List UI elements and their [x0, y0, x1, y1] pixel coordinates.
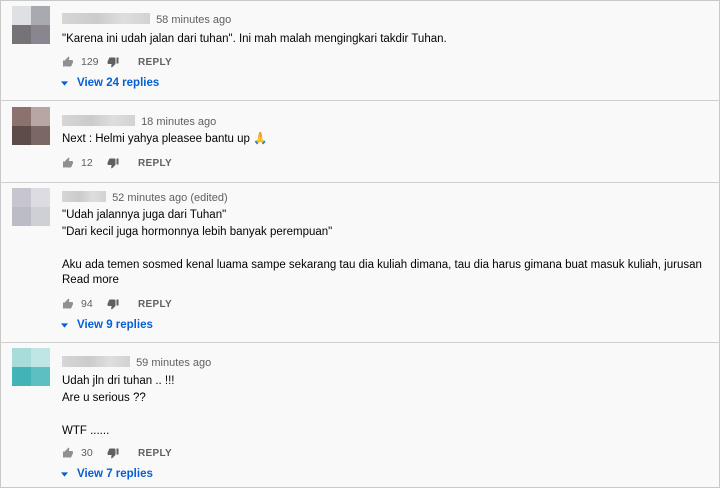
- comment-timestamp[interactable]: 59 minutes ago: [136, 357, 211, 369]
- comment-header: 58 minutes ago: [62, 13, 231, 26]
- like-count: 94: [81, 298, 93, 310]
- comment-actions: 12 REPLY: [62, 156, 172, 170]
- avatar[interactable]: [12, 107, 50, 145]
- comment-text-line: "Dari kecil juga hormonnya lebih banyak …: [62, 225, 333, 238]
- like-count: 129: [81, 56, 99, 68]
- thumbs-down-icon[interactable]: [107, 298, 119, 310]
- reply-button[interactable]: REPLY: [138, 299, 172, 310]
- avatar-pixel: [12, 6, 31, 25]
- comment-timestamp[interactable]: 52 minutes ago (edited): [112, 192, 228, 204]
- comment-text-line: Are u serious ??: [62, 391, 146, 404]
- like-count: 30: [81, 447, 93, 459]
- caret-down-icon: [61, 319, 68, 331]
- view-replies-label: View 9 replies: [77, 319, 153, 331]
- thumbs-up-icon[interactable]: [62, 56, 74, 68]
- comment-text-line: Aku ada temen sosmed kenal luama sampe s…: [62, 259, 702, 272]
- comment-text-line: Next : Helmi yahya pleasee bantu up 🙏: [62, 133, 268, 145]
- view-replies-button[interactable]: View 7 replies: [61, 468, 153, 480]
- comment-text: "Udah jalannya juga dari Tuhan" "Dari ke…: [62, 207, 702, 274]
- thumbs-down-icon[interactable]: [107, 157, 119, 169]
- comment-text: "Karena ini udah jalan dari tuhan". Ini …: [62, 31, 447, 48]
- comment-actions: 129 REPLY: [62, 55, 172, 69]
- comment-actions: 94 REPLY: [62, 297, 172, 311]
- avatar-pixel: [12, 348, 31, 367]
- avatar-pixel: [31, 207, 50, 226]
- caret-down-icon: [61, 468, 68, 480]
- avatar-pixel: [31, 107, 50, 126]
- divider: [0, 100, 720, 101]
- avatar-pixel: [12, 207, 31, 226]
- author-name[interactable]: [62, 191, 106, 202]
- comment-text-line: "Karena ini udah jalan dari tuhan". Ini …: [62, 33, 447, 45]
- comment-text: Udah jln dri tuhan .. !!! Are u serious …: [62, 373, 175, 440]
- avatar-pixel: [31, 188, 50, 207]
- thumbs-up-icon[interactable]: [62, 447, 74, 459]
- avatar-pixel: [31, 126, 50, 145]
- divider: [0, 182, 720, 183]
- reply-button[interactable]: REPLY: [138, 448, 172, 459]
- comment-text-line: [62, 406, 175, 423]
- comment-header: 18 minutes ago: [62, 115, 216, 128]
- thumbs-up-icon[interactable]: [62, 298, 74, 310]
- avatar-pixel: [31, 6, 50, 25]
- view-replies-label: View 7 replies: [77, 468, 153, 480]
- comment-header: 59 minutes ago: [62, 356, 211, 369]
- thumbs-down-icon[interactable]: [107, 447, 119, 459]
- comment-header: 52 minutes ago (edited): [62, 191, 228, 204]
- avatar[interactable]: [12, 6, 50, 44]
- view-replies-label: View 24 replies: [77, 77, 160, 89]
- read-more-link[interactable]: Read more: [62, 274, 119, 286]
- divider: [0, 342, 720, 343]
- avatar-pixel: [31, 348, 50, 367]
- avatar-pixel: [12, 126, 31, 145]
- avatar-pixel: [31, 25, 50, 44]
- author-name[interactable]: [62, 115, 135, 126]
- view-replies-button[interactable]: View 9 replies: [61, 319, 153, 331]
- comment-timestamp[interactable]: 58 minutes ago: [156, 14, 231, 26]
- comment-text: Next : Helmi yahya pleasee bantu up 🙏: [62, 131, 267, 148]
- avatar-pixel: [12, 188, 31, 207]
- comment-text-line: WTF ......: [62, 425, 110, 438]
- reply-button[interactable]: REPLY: [138, 158, 172, 169]
- author-name[interactable]: [62, 13, 150, 24]
- thumbs-down-icon[interactable]: [107, 56, 119, 68]
- comment-text-line: Udah jln dri tuhan .. !!!: [62, 375, 175, 387]
- comment-actions: 30 REPLY: [62, 446, 172, 460]
- avatar-pixel: [12, 367, 31, 386]
- comment-text-line: [62, 240, 702, 257]
- author-name[interactable]: [62, 356, 130, 367]
- reply-button[interactable]: REPLY: [138, 57, 172, 68]
- avatar-pixel: [31, 367, 50, 386]
- caret-down-icon: [61, 77, 68, 89]
- comment-text-line: "Udah jalannya juga dari Tuhan": [62, 209, 227, 221]
- thumbs-up-icon[interactable]: [62, 157, 74, 169]
- avatar-pixel: [12, 25, 31, 44]
- comment-timestamp[interactable]: 18 minutes ago: [141, 116, 216, 128]
- avatar[interactable]: [12, 348, 50, 386]
- like-count: 12: [81, 157, 93, 169]
- avatar[interactable]: [12, 188, 50, 226]
- avatar-pixel: [12, 107, 31, 126]
- view-replies-button[interactable]: View 24 replies: [61, 77, 159, 89]
